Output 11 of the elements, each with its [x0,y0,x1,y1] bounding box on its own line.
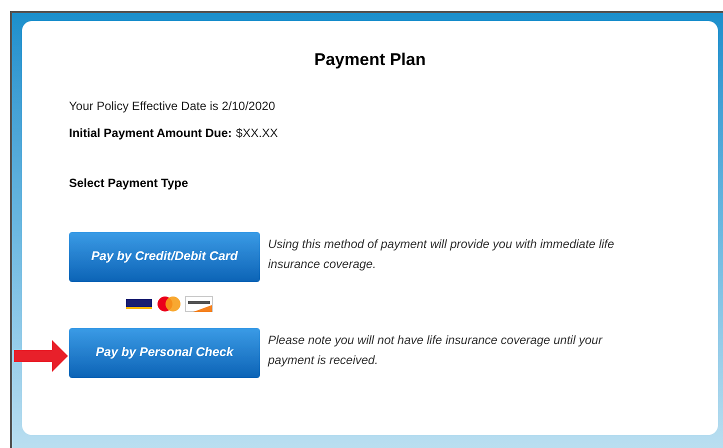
card-logo-icon [185,296,213,312]
effective-date-text: Your Policy Effective Date is 2/10/2020 [69,98,276,114]
section-heading: Select Payment Type [69,174,188,192]
card-logo-icon [156,296,182,312]
option-description: Using this method of payment will provide you with immediate life insurance coverage. [268,236,616,272]
amount-due-value: $XX.XX [236,124,278,142]
pay-button[interactable]: Pay by Credit/Debit Card [69,232,260,282]
pay-button[interactable]: Pay by Personal Check [69,328,260,378]
page-title: Payment Plan [314,49,426,71]
amount-due-label: Initial Payment Amount Due: [69,124,232,142]
option-description: Please note you will not have life insurance coverage until your payment is received. [268,332,604,368]
